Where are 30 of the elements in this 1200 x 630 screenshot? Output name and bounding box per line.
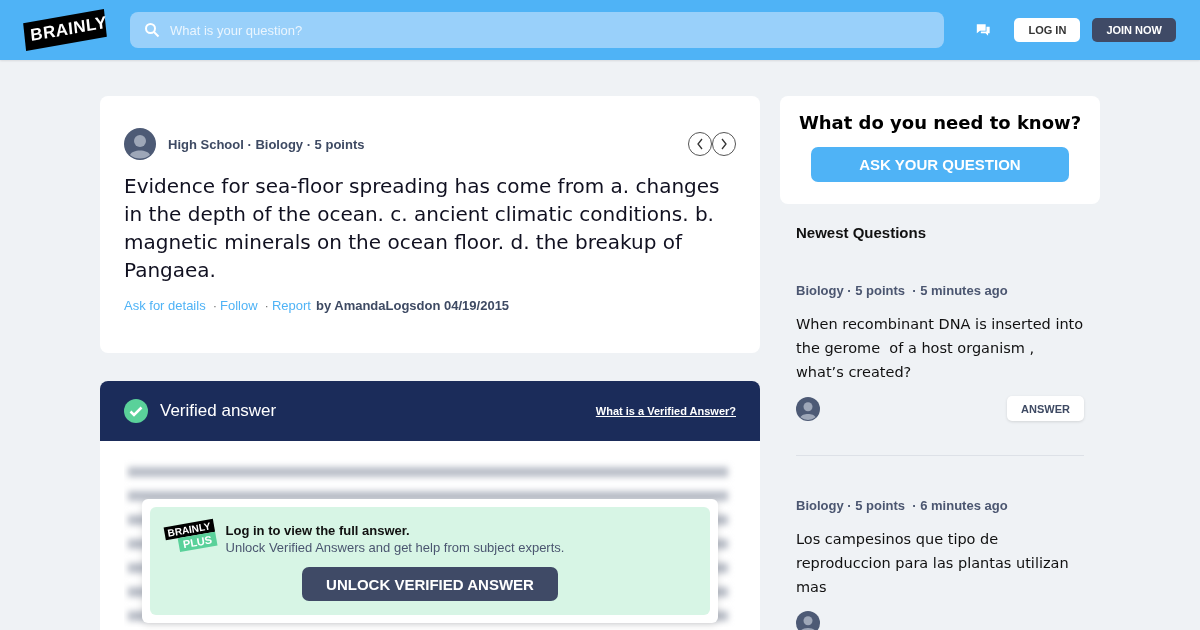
join-button[interactable]: JOIN NOW (1092, 18, 1176, 42)
ask-title: What do you need to know? (798, 112, 1082, 133)
question-meta: High School · Biology · 5 points (168, 136, 365, 152)
avatar-icon (796, 396, 820, 421)
check-icon (124, 399, 148, 423)
separator-dot: · (264, 298, 269, 313)
unlock-button[interactable]: UNLOCK VERIFIED ANSWER (302, 567, 558, 601)
paywall-title: Log in to view the full answer. (225, 523, 411, 538)
question-link[interactable]: Los campesinos que tipo de reproduccion para las plantas utilizan mas (796, 527, 1084, 599)
author-info: by AmandaLogsdon 04/19/2015 (315, 298, 510, 313)
avatar-icon (796, 611, 820, 630)
login-button[interactable]: LOG IN (1014, 18, 1081, 42)
separator-dot: · (212, 298, 217, 313)
next-button[interactable] (712, 132, 736, 156)
chevron-left-icon (696, 138, 704, 150)
search-icon (144, 22, 160, 38)
question-link[interactable]: When recombinant DNA is inserted into the gerome of a host organism , what’s created? (796, 312, 1084, 384)
question-text: Evidence for sea-floor spreading has come from a. changes in the depth of the ocean. c. ancient climatic conditions. b. magnetic minerals on the ocean floor. d. the breakup of Pangaea. (124, 173, 721, 284)
paywall-subtitle: Unlock Verified Answers and get help from subject experts. (225, 540, 566, 555)
chevron-right-icon (720, 138, 728, 150)
section-title: Newest Questions (796, 224, 928, 241)
logo[interactable]: BRAINLY (23, 8, 107, 52)
previous-button[interactable] (688, 132, 712, 156)
answer-button[interactable]: ANSWER (1007, 396, 1084, 421)
avatar-icon (124, 128, 156, 160)
answer-title: Verified answer (160, 401, 277, 421)
question-meta: Biology · 5 points · 5 minutes ago (796, 283, 1009, 298)
search-field[interactable]: What is your question? (130, 12, 944, 48)
verified-info-link[interactable]: What is a Verified Answer? (595, 405, 736, 417)
question-meta: Biology · 5 points · 6 minutes ago (796, 498, 1009, 513)
